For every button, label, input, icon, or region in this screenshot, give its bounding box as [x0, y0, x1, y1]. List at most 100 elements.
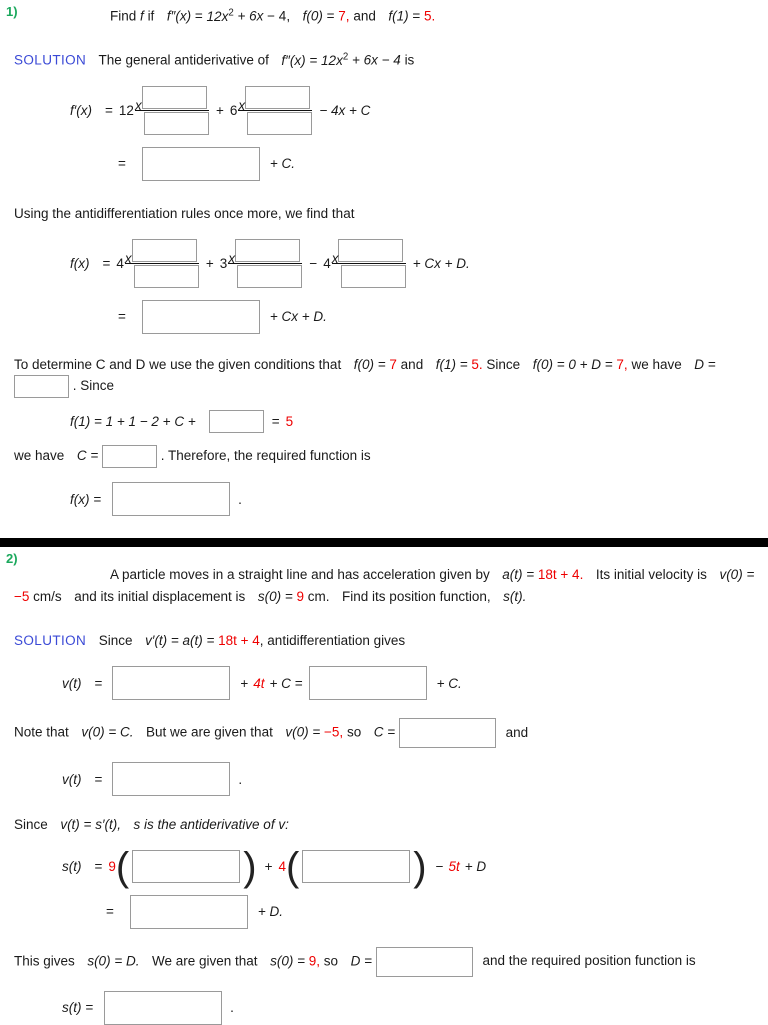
problem-1-statement: Find f if f″(x) = 12x2 + 6x − 4, f(0) = … [0, 5, 768, 27]
fraction-2-exponent-input[interactable] [245, 85, 311, 109]
equation-f: f(x) = 4 x + 3 x − 4 x + Cx + D. [0, 238, 768, 288]
eq5-value: 5 [285, 414, 294, 430]
fraction-4-numerator: x [228, 238, 303, 266]
fraction-5-denominator-input[interactable] [340, 264, 406, 288]
f-simplified-input[interactable] [141, 299, 260, 334]
C-constant-input[interactable] [398, 718, 496, 749]
equation-v: v(t) = + 4t + C = + C. [0, 666, 768, 701]
stmt-eq2: = [326, 8, 335, 24]
fraction-4-denominator [228, 264, 303, 288]
equation-f1: f(1) = 1 + 1 − 2 + C + = 5 [0, 410, 768, 434]
stmt-eq3: = [412, 8, 421, 24]
f1-blank-input[interactable] [208, 410, 264, 434]
v-final-answer-input[interactable] [112, 762, 231, 797]
p2-eq5-period: . [230, 1000, 234, 1016]
fraction-1-denominator-input[interactable] [143, 111, 209, 135]
p3-since: Since [486, 356, 521, 372]
C-value-input[interactable] [101, 445, 157, 469]
problem-divider [0, 538, 768, 548]
equation-s: s(t) = 9 ( ) + 4 ( ) − 5t + D [62, 845, 487, 890]
s-integral-1-input[interactable] [132, 849, 241, 883]
sol-expr-exp: 2 [342, 51, 349, 63]
p2-p1-C-label: C = [373, 724, 396, 740]
p2-p3-a: This gives [14, 953, 75, 969]
p2-eq3-equals: = [94, 858, 103, 874]
p2-v0: v(0) = [719, 567, 755, 583]
problem-1-para-3: To determine C and D we use the given co… [0, 354, 768, 399]
equation-fprime-simplified: = + C. [0, 146, 768, 181]
equation-f-simplified: = + Cx + D. [0, 299, 768, 334]
p2-units1: cm/s [33, 589, 62, 605]
sol-expr-main: f″(x) = 12x [281, 52, 343, 68]
stmt-exp2: 2 [228, 7, 234, 18]
fraction-4-denominator-input[interactable] [237, 264, 303, 288]
eq3-coef2: 3 [219, 255, 228, 271]
p2-eq1-mid-plus: + [240, 675, 249, 691]
eq3-op2: − [309, 255, 318, 271]
fraction-2-base: x [238, 97, 246, 113]
p2-p3-so: so [323, 953, 339, 969]
p3-f0-value: 7 [389, 356, 397, 372]
eq6-label: f(x) = [70, 491, 102, 507]
fraction-1-base: x [134, 97, 142, 113]
problem-2-solution-intro: SOLUTION Since v′(t) = a(t) = 18t + 4, a… [0, 630, 768, 652]
p2-p3-s0D: s(0) = D. [87, 953, 140, 969]
p3-D-label: D = [694, 356, 716, 372]
fraction-1: x [134, 85, 209, 135]
p2-stmt-d: Find its position function, [342, 589, 491, 605]
fraction-1-numerator: x [134, 85, 209, 113]
p2-eq1-tail: + C. [436, 675, 462, 691]
eq2-equals: = [118, 156, 126, 172]
p2-p1-a: Note that [14, 724, 69, 740]
p2-stmt-b: Its initial velocity is [595, 567, 707, 583]
problem-1-para-2: Using the antidifferentiation rules once… [14, 205, 355, 221]
p2-p1-so: so [346, 724, 362, 740]
stmt-minus4: − 4, [267, 8, 291, 24]
p2-at: a(t) = [502, 567, 535, 583]
p2-sol-text-1: Since [98, 633, 133, 649]
fraction-2: x [238, 85, 313, 135]
f-final-answer-input[interactable] [112, 482, 231, 517]
fraction-5-exponent-input[interactable] [338, 238, 404, 262]
equation-fprime: f′(x) = 12 x + 6 x − 4x + C [0, 85, 768, 135]
p2-eq3-tail-red: 5t [448, 858, 460, 874]
p2-p2-b: s is the antiderivative of v: [133, 817, 289, 833]
problem-1: 1) Find f if f″(x) = 12x2 + 6x − 4, f(0)… [0, 0, 768, 517]
s-simplified-input[interactable] [129, 894, 248, 929]
fraction-1-exponent-input[interactable] [141, 85, 207, 109]
stmt-expr: 12x2 [207, 7, 234, 24]
v-simplified-input[interactable] [308, 666, 427, 701]
sol-text-1: The general antiderivative of [98, 52, 269, 68]
p2-eq3-coef1: 9 [108, 858, 116, 874]
eq5-label: f(1) = 1 + 1 − 2 + C + [70, 414, 196, 430]
eq3-coef1: 4 [116, 255, 124, 271]
fraction-4-exponent-input[interactable] [235, 238, 301, 262]
fraction-5-base: x [331, 250, 339, 266]
p3-we: we have [631, 356, 682, 372]
fraction-3-exponent-input[interactable] [131, 238, 197, 262]
eq1-coef1: 12 [118, 102, 134, 118]
p2-eq1-equals: = [94, 675, 103, 691]
stmt-if: if [147, 8, 155, 24]
s-integral-2-input[interactable] [302, 849, 411, 883]
stmt-find: Find [110, 8, 137, 24]
fraction-2-denominator-input[interactable] [247, 111, 313, 135]
p2-p3-c: and the required position function is [482, 953, 696, 969]
D-constant-input[interactable] [375, 946, 473, 977]
p2-eq3-op: + [264, 858, 273, 874]
D-value-input[interactable] [14, 375, 69, 399]
stmt-f1-value: 5. [424, 8, 436, 24]
p2-p3-b: We are given that [151, 953, 258, 969]
p3-f0: f(0) = [353, 356, 386, 372]
s-final-answer-input[interactable] [104, 990, 223, 1025]
fprime-simplified-input[interactable] [141, 146, 260, 181]
eq3-tail: + Cx + D. [412, 255, 470, 271]
stmt-plus6x: + 6x [237, 8, 264, 24]
p2-s0: s(0) = [257, 589, 293, 605]
p3-expr: f(0) = 0 + D = [532, 356, 613, 372]
eq1-label: f′(x) [70, 102, 93, 118]
v-antiderivative-input[interactable] [112, 666, 231, 701]
p2-eq3-tail-pre: − [435, 858, 444, 874]
eq5-equals: = [271, 414, 280, 430]
fraction-3-denominator-input[interactable] [133, 264, 199, 288]
